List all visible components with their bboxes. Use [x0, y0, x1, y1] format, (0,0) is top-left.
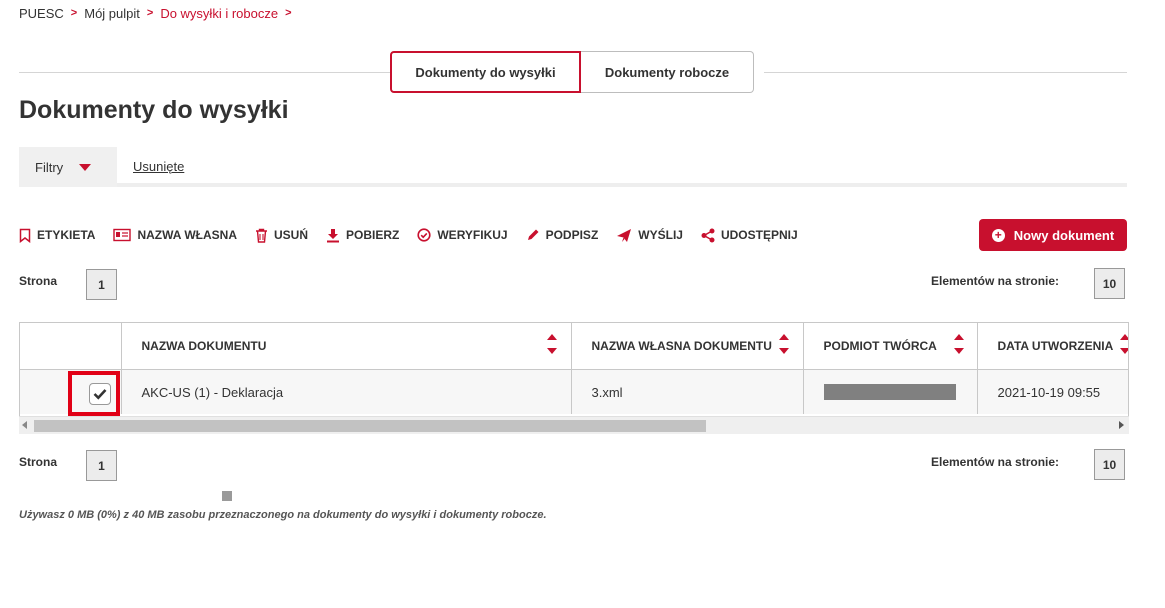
column-header-custom-name[interactable]: NAZWA WŁASNA DOKUMENTU — [571, 323, 804, 370]
paper-plane-icon — [617, 228, 632, 242]
column-header-label: NAZWA WŁASNA DOKUMENTU — [591, 339, 772, 353]
bookmark-icon — [19, 228, 31, 243]
custom-name-cell[interactable]: 3.xml — [571, 369, 804, 414]
column-header-label: NAZWA DOKUMENTU — [141, 339, 267, 353]
share-icon — [701, 228, 715, 242]
download-button-text: POBIERZ — [346, 228, 400, 242]
column-header-creator[interactable]: PODMIOT TWÓRCA — [803, 323, 978, 370]
document-tab-switch: Dokumenty do wysyłki Dokumenty robocze — [390, 51, 754, 93]
per-page-select-bottom[interactable]: 10 — [1094, 449, 1125, 480]
chevron-right-icon: > — [146, 7, 154, 19]
removed-link[interactable]: Usunięte — [133, 159, 184, 174]
scroll-left-icon[interactable] — [22, 421, 27, 429]
column-header-created-date[interactable]: DATA UTWORZENIA — [977, 323, 1128, 370]
send-button-text: WYŚLIJ — [638, 228, 683, 242]
page-label-top: Strona — [19, 274, 58, 288]
verify-button[interactable]: WERYFIKUJ — [417, 228, 508, 242]
trash-icon — [256, 228, 267, 243]
document-name-text: AKC-US (1) - Deklaracja — [141, 384, 284, 400]
loading-indicator — [222, 491, 232, 501]
custom-name-button-text: NAZWA WŁASNA — [137, 228, 237, 242]
column-header-document-name[interactable]: NAZWA DOKUMENTU — [121, 323, 572, 370]
send-button[interactable]: WYŚLIJ — [616, 228, 683, 243]
new-document-button-text: Nowy dokument — [1013, 227, 1115, 243]
caret-down-icon — [79, 163, 92, 171]
label-button[interactable]: ETYKIETA — [19, 228, 95, 243]
sort-icon[interactable] — [778, 334, 789, 358]
column-header-label: PODMIOT TWÓRCA — [823, 339, 937, 353]
share-button[interactable]: UDOSTĘPNIJ — [701, 228, 798, 243]
select-column-header — [20, 323, 122, 370]
plus-circle-icon: + — [991, 228, 1005, 242]
tab-draft-documents[interactable]: Dokumenty robocze — [581, 51, 754, 93]
custom-name-text: 3.xml — [591, 384, 623, 400]
breadcrumb: PUESC > Mój pulpit > Do wysyłki i robocz… — [19, 5, 299, 21]
scroll-right-icon[interactable] — [1119, 421, 1124, 429]
id-card-icon — [113, 228, 132, 242]
page-number-top[interactable]: 1 — [86, 269, 117, 300]
delete-button-text: USUŃ — [274, 228, 309, 242]
created-date-text: 2021-10-19 09:55 — [997, 384, 1101, 400]
created-date-cell: 2021-10-19 09:55 — [977, 369, 1128, 414]
delete-button[interactable]: USUŃ — [255, 228, 308, 243]
column-header-label: DATA UTWORZENIA — [997, 339, 1114, 353]
page-title: Dokumenty do wysyłki — [19, 96, 289, 124]
chevron-right-icon: > — [70, 7, 78, 19]
filters-toggle[interactable]: Filtry — [19, 147, 117, 187]
download-icon — [327, 228, 340, 242]
checkmark-icon — [93, 389, 107, 400]
filter-strip — [19, 183, 1127, 187]
page-label-bottom: Strona — [19, 455, 58, 469]
download-button[interactable]: POBIERZ — [326, 228, 399, 243]
creator-cell — [803, 369, 978, 414]
chevron-right-icon: > — [285, 7, 292, 19]
horizontal-scrollbar[interactable] — [19, 416, 1129, 434]
pencil-icon — [527, 229, 539, 240]
storage-usage-note: Używasz 0 MB (0%) z 40 MB zasobu przezna… — [19, 509, 547, 521]
breadcrumb-current[interactable]: Do wysyłki i robocze — [160, 6, 278, 21]
row-checkbox[interactable] — [89, 383, 111, 405]
share-button-text: UDOSTĘPNIJ — [720, 228, 798, 242]
table-header-row: NAZWA DOKUMENTU NAZWA WŁASNA DOKUMENTU P… — [20, 323, 1128, 370]
label-button-text: ETYKIETA — [37, 228, 96, 242]
check-circle-icon — [417, 228, 431, 242]
document-name-cell[interactable]: AKC-US (1) - Deklaracja — [121, 369, 572, 414]
sign-button[interactable]: PODPISZ — [526, 228, 599, 242]
tab-documents-to-send[interactable]: Dokumenty do wysyłki — [390, 51, 581, 93]
per-page-label-top: Elementów na stronie: — [931, 274, 1060, 288]
breadcrumb-puesc[interactable]: PUESC — [19, 6, 64, 21]
filter-bar: Filtry Usunięte — [19, 147, 1127, 187]
document-toolbar: ETYKIETA NAZWA WŁASNA USUŃ POBIERZ WERYF… — [19, 226, 816, 244]
sort-icon[interactable] — [546, 334, 557, 358]
tab-divider-left — [19, 72, 391, 73]
breadcrumb-my-desktop[interactable]: Mój pulpit — [84, 6, 140, 21]
tab-divider-right — [764, 72, 1127, 73]
sort-icon[interactable] — [953, 334, 964, 358]
page-number-bottom[interactable]: 1 — [86, 450, 117, 481]
sign-button-text: PODPISZ — [545, 228, 599, 242]
custom-name-button[interactable]: NAZWA WŁASNA — [113, 228, 237, 242]
per-page-label-bottom: Elementów na stronie: — [931, 455, 1060, 469]
verify-button-text: WERYFIKUJ — [437, 228, 508, 242]
sort-icon[interactable] — [1119, 334, 1128, 358]
redacted-creator — [823, 384, 956, 400]
new-document-button[interactable]: + Nowy dokument — [979, 219, 1127, 251]
filters-label: Filtry — [35, 159, 64, 175]
per-page-select-top[interactable]: 10 — [1094, 268, 1125, 299]
table-row[interactable]: AKC-US (1) - Deklaracja 3.xml 2021-10-19… — [20, 369, 1128, 414]
scrollbar-thumb[interactable] — [34, 420, 706, 432]
